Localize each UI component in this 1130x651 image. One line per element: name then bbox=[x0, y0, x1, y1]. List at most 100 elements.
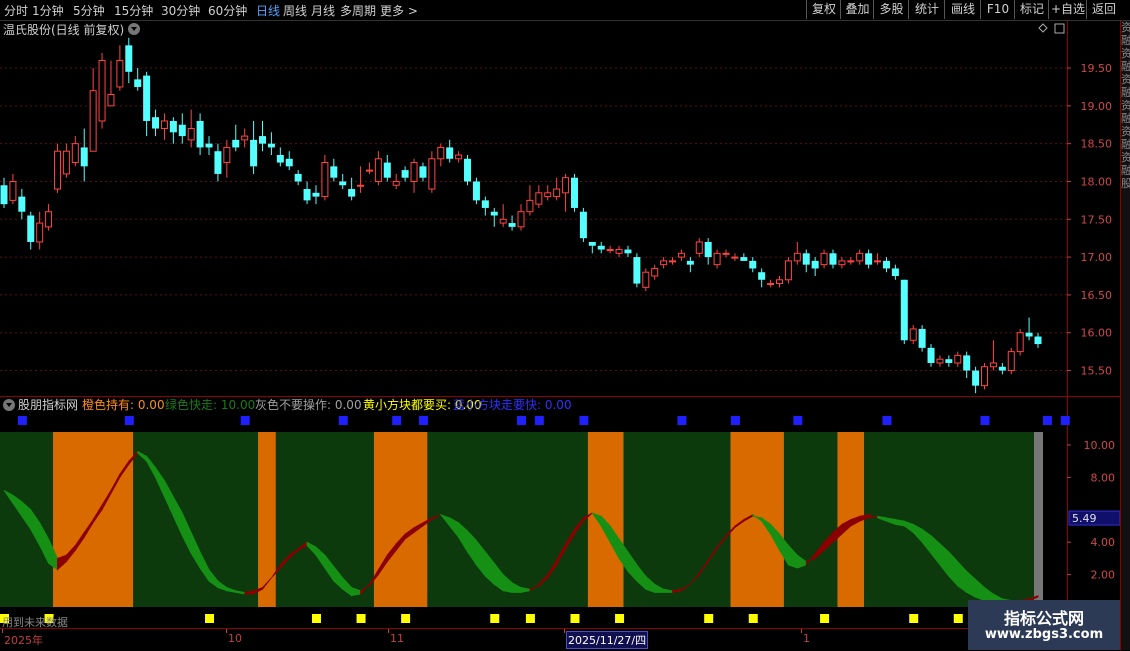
candle-body bbox=[740, 257, 748, 261]
candle-body bbox=[633, 257, 641, 284]
period-tab-7[interactable]: 周线 bbox=[283, 2, 307, 19]
oscillator-segment bbox=[894, 519, 905, 527]
candle-body bbox=[18, 196, 26, 212]
legend-item-0: 橙色持有: 0.00 bbox=[82, 397, 165, 412]
yellow-square-marker bbox=[356, 614, 366, 623]
period-tab-6[interactable]: 日线 bbox=[256, 2, 280, 19]
blue-square-marker bbox=[677, 416, 687, 425]
date-label-4: 1 bbox=[803, 632, 810, 645]
candle-body bbox=[339, 181, 347, 186]
candle-body bbox=[241, 135, 249, 141]
candle-body bbox=[472, 181, 480, 201]
period-tab-5[interactable]: 60分钟 bbox=[208, 2, 247, 19]
indicator-dropdown-icon bbox=[3, 399, 15, 411]
blue-square-marker bbox=[730, 416, 740, 425]
period-tab-4[interactable]: 30分钟 bbox=[161, 2, 200, 19]
blue-square-marker bbox=[17, 416, 27, 425]
candle-body bbox=[357, 184, 365, 187]
yellow-square-marker bbox=[953, 614, 963, 623]
candle-body bbox=[232, 139, 240, 148]
blue-square-marker bbox=[534, 416, 544, 425]
candle-body bbox=[205, 143, 213, 148]
main-chart-bg bbox=[0, 21, 1120, 397]
candle-114 bbox=[1016, 328, 1024, 356]
candle-body bbox=[71, 143, 79, 164]
candle-body bbox=[134, 79, 142, 87]
candle-body bbox=[196, 120, 204, 148]
toolbar-button-0[interactable]: 复权 bbox=[806, 0, 841, 19]
candle-103 bbox=[918, 325, 926, 352]
candle-body bbox=[874, 260, 882, 263]
blue-square-marker bbox=[1060, 416, 1070, 425]
signal-region-sell bbox=[275, 432, 374, 607]
candle-body bbox=[9, 180, 17, 201]
candle-body bbox=[553, 188, 561, 198]
period-tab-0[interactable]: 分时 bbox=[4, 2, 28, 19]
yellow-square-marker bbox=[490, 614, 500, 623]
yellow-square-marker bbox=[311, 614, 321, 623]
candle-body bbox=[981, 366, 989, 387]
yellow-square-marker bbox=[820, 614, 830, 623]
yellow-square-marker bbox=[748, 614, 758, 623]
yellow-square-marker bbox=[205, 614, 215, 623]
blue-square-marker bbox=[793, 416, 803, 425]
date-tick bbox=[388, 629, 389, 633]
period-tab-1[interactable]: 1分钟 bbox=[32, 2, 64, 19]
period-tab-9[interactable]: 多周期 bbox=[340, 2, 376, 19]
candle-body bbox=[401, 170, 409, 178]
candle-body bbox=[677, 252, 685, 258]
candle-body bbox=[481, 200, 489, 208]
date-tick bbox=[801, 629, 802, 633]
future-data-note: 用到未来数据 bbox=[2, 615, 68, 628]
indicator-chart: 股朋指标网 橙色持有: 0.00 绿色快走: 10.00 灰色不要操作: 0.00 黄小… bbox=[0, 397, 1120, 628]
toolbar-button-7[interactable]: +自选 bbox=[1048, 0, 1087, 19]
toolbar-button-1[interactable]: 叠加 bbox=[840, 0, 874, 19]
candle-body bbox=[918, 328, 926, 348]
period-tab-8[interactable]: 月线 bbox=[311, 2, 335, 19]
toolbar-button-6[interactable]: 标记 bbox=[1014, 0, 1049, 19]
candle-body bbox=[891, 268, 899, 276]
blue-square-marker bbox=[882, 416, 892, 425]
candle-body bbox=[972, 370, 980, 386]
candle-body bbox=[713, 252, 721, 266]
toolbar-button-8[interactable]: 返回 bbox=[1086, 0, 1121, 19]
candle-6 bbox=[53, 143, 61, 193]
price-tick-label: 16.50 bbox=[1081, 289, 1113, 302]
signal-region-hold bbox=[373, 432, 428, 607]
strip-char: 资 bbox=[1121, 47, 1130, 60]
candle-body bbox=[392, 180, 400, 186]
candle-body bbox=[544, 192, 552, 198]
candle-body bbox=[330, 166, 338, 178]
watermark-title: 指标公式网 bbox=[1003, 609, 1084, 628]
candle-body bbox=[169, 120, 177, 133]
toolbar-button-3[interactable]: 统计 bbox=[908, 0, 945, 19]
candle-body bbox=[178, 124, 186, 137]
period-tab-10[interactable]: 更多 > bbox=[380, 2, 418, 19]
candle-body bbox=[588, 241, 596, 246]
candle-body bbox=[963, 355, 971, 371]
candle-body bbox=[642, 271, 650, 288]
candle-body bbox=[312, 192, 320, 197]
strip-char: 资 bbox=[1121, 21, 1130, 34]
date-tick bbox=[2, 629, 3, 633]
toolbar-button-2[interactable]: 多股 bbox=[873, 0, 909, 19]
watermark-url: www.zbgs3.com bbox=[984, 627, 1104, 642]
candle-body bbox=[989, 362, 997, 368]
toolbar-button-4[interactable]: 画线 bbox=[944, 0, 981, 19]
candle-body bbox=[464, 158, 472, 182]
candle-body bbox=[1025, 332, 1033, 337]
candle-body bbox=[80, 147, 88, 167]
candle-body bbox=[597, 245, 605, 250]
price-tick-label: 16.00 bbox=[1081, 327, 1113, 340]
toolbar-button-5[interactable]: F10 bbox=[980, 0, 1015, 19]
candle-body bbox=[0, 185, 8, 205]
candle-body bbox=[446, 147, 454, 159]
date-label-1: 10 bbox=[228, 632, 242, 645]
period-tab-3[interactable]: 15分钟 bbox=[114, 2, 153, 19]
candle-body bbox=[285, 158, 293, 167]
price-tick-label: 15.50 bbox=[1081, 365, 1113, 378]
candle-body bbox=[187, 128, 195, 141]
candle-body bbox=[526, 199, 534, 213]
strip-char: 融 bbox=[1121, 34, 1130, 47]
period-tab-2[interactable]: 5分钟 bbox=[73, 2, 105, 19]
